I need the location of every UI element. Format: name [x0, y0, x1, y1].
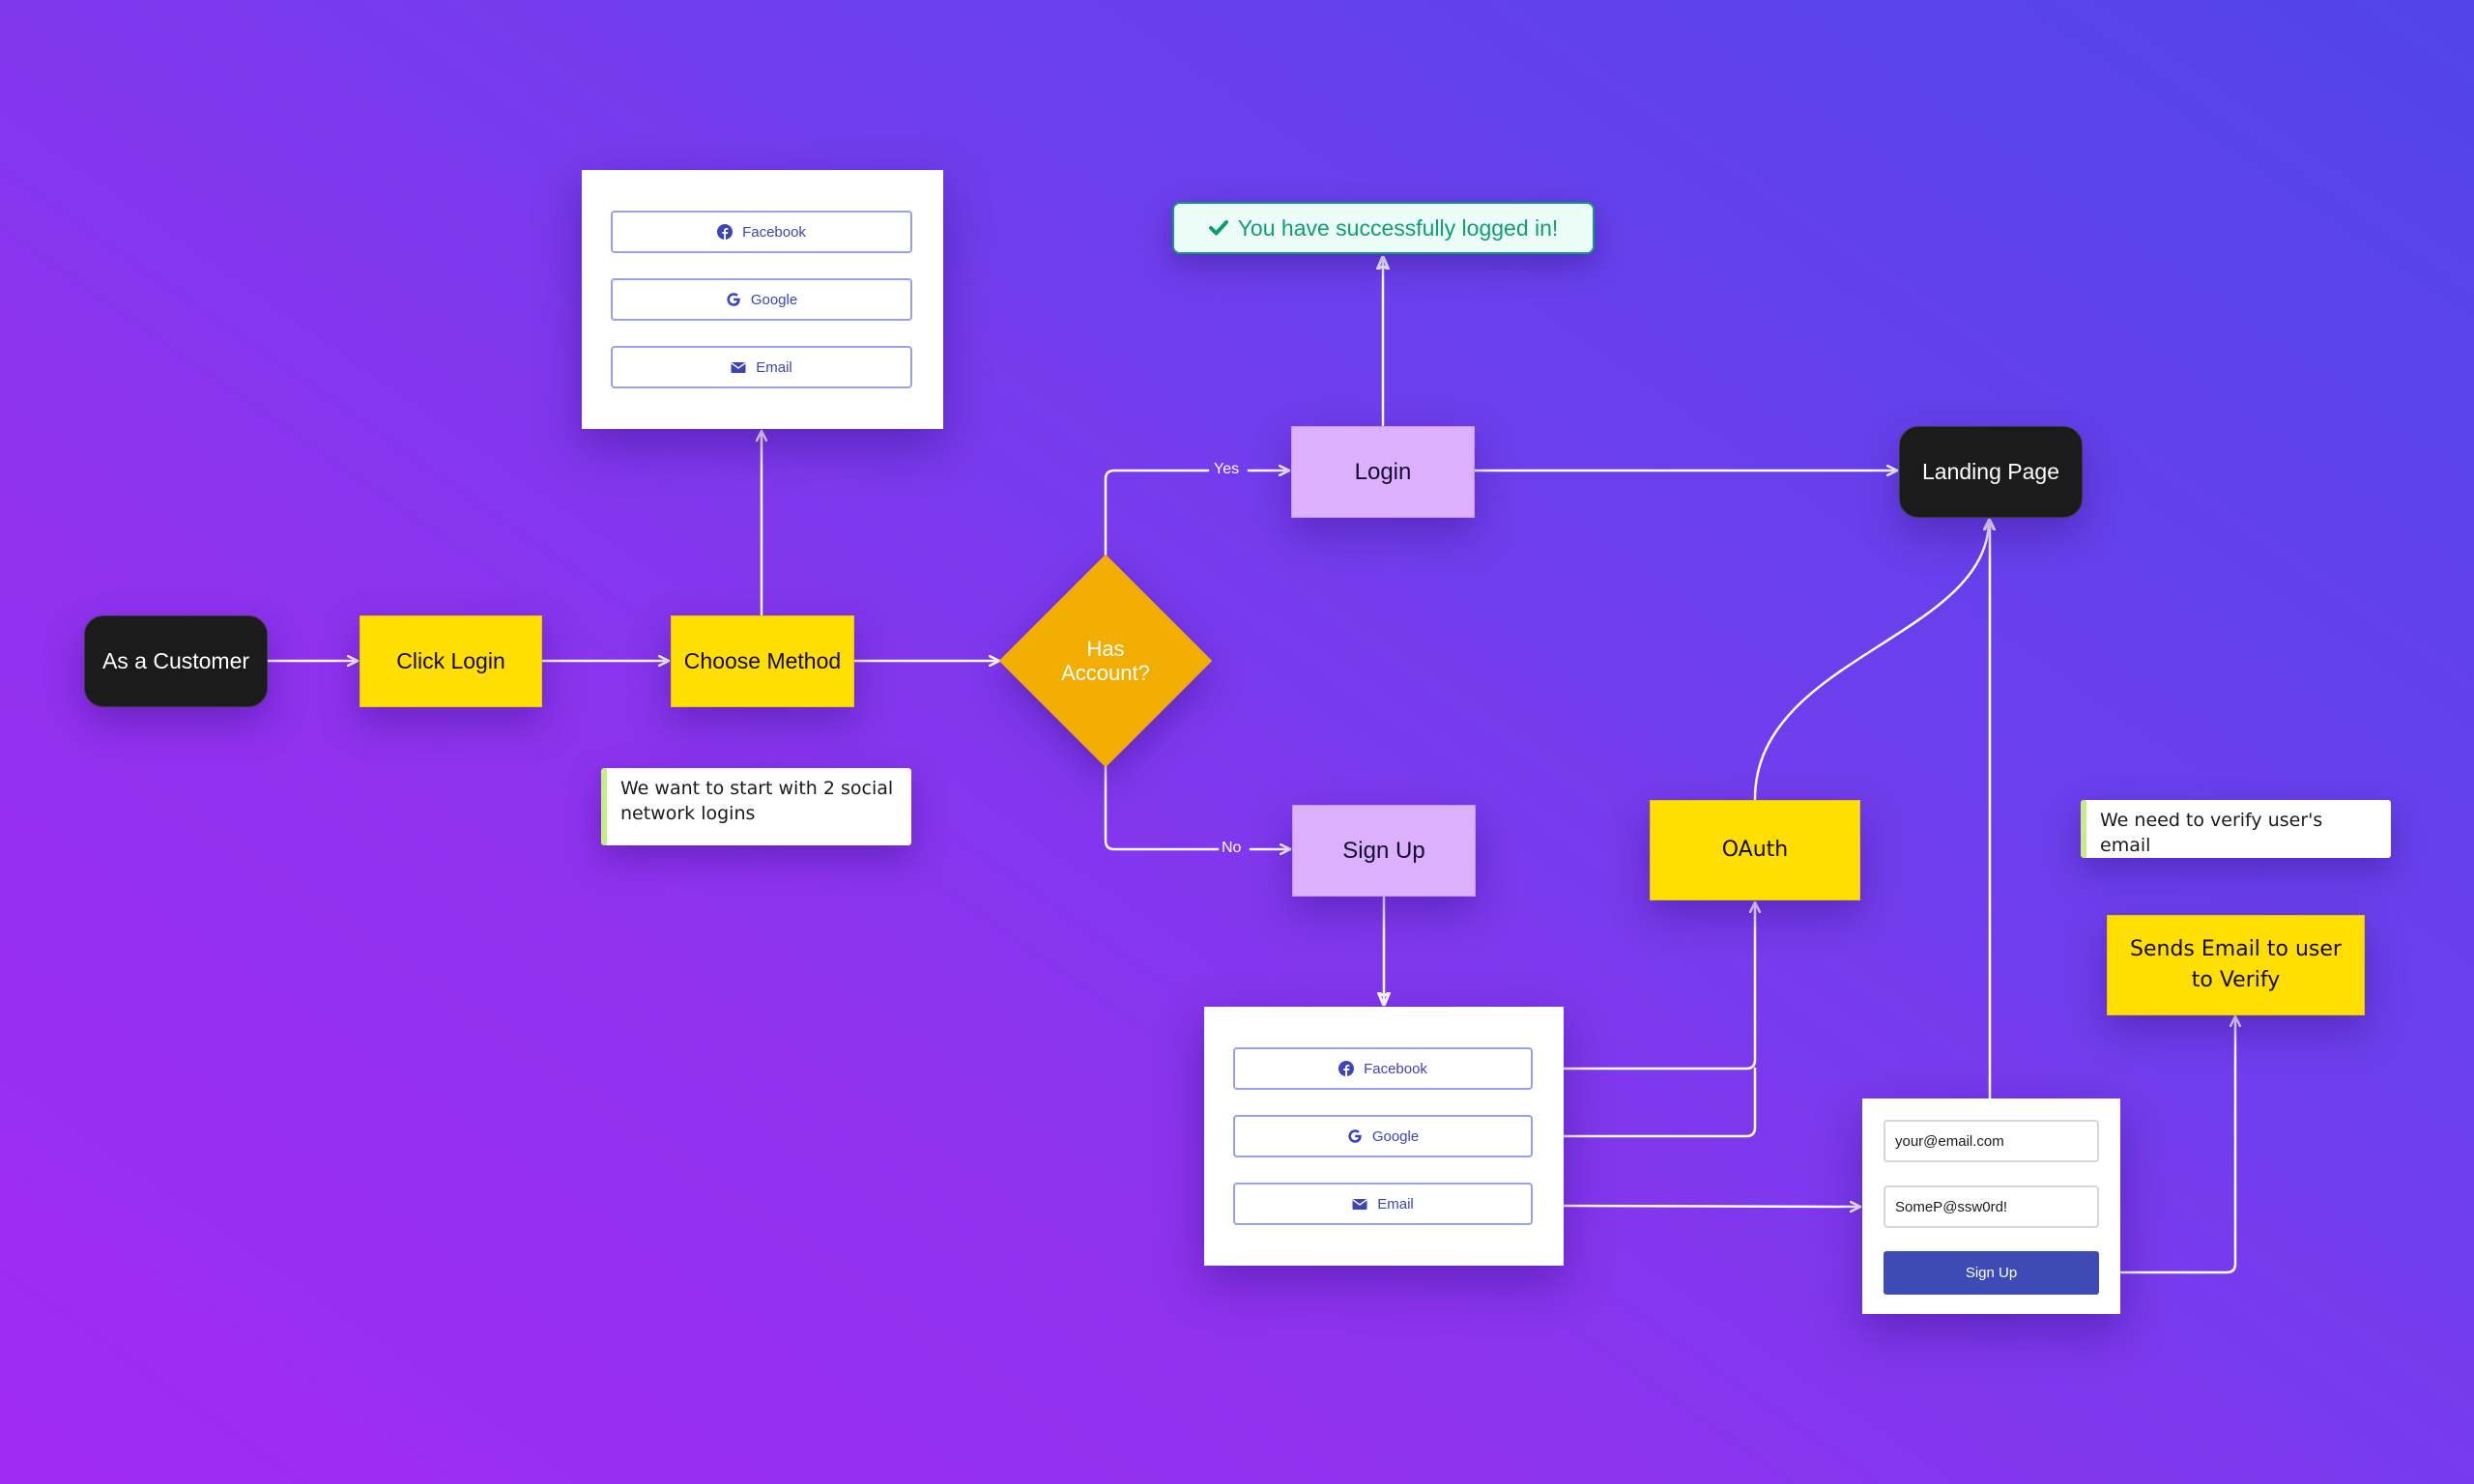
send-email-label: Sends Email to user to Verify	[2130, 937, 2342, 992]
click-login-node[interactable]: Click Login	[360, 615, 542, 707]
login-google-label: Google	[750, 291, 798, 308]
signup-google-button[interactable]: Google	[1233, 1115, 1533, 1157]
edge-oauth-to-landing	[1753, 518, 1989, 801]
click-login-label: Click Login	[396, 648, 505, 673]
choose-method-node[interactable]: Choose Method	[671, 615, 854, 707]
sign-up-node[interactable]: Sign Up	[1292, 805, 1476, 897]
envelope-icon	[1352, 1199, 1367, 1210]
signup-email-button[interactable]: Email	[1233, 1183, 1533, 1225]
edge-form-to-send-email	[2118, 1014, 2235, 1274]
choose-method-label: Choose Method	[683, 648, 842, 673]
check-icon	[1208, 220, 1228, 236]
sign-up-submit-button[interactable]: Sign Up	[1884, 1251, 2099, 1295]
envelope-icon	[731, 362, 746, 373]
google-icon	[1348, 1129, 1362, 1143]
decision-label: Has Account?	[1061, 637, 1150, 685]
has-account-decision[interactable]: Has Account?	[998, 554, 1213, 768]
landing-page-node[interactable]: Landing Page	[1899, 426, 2083, 518]
success-message: You have successfully logged in!	[1172, 202, 1595, 254]
login-google-button[interactable]: Google	[611, 278, 912, 321]
note-verify-email: We need to verify user's email	[2081, 800, 2391, 858]
login-facebook-label: Facebook	[742, 223, 806, 241]
success-text: You have successfully logged in!	[1237, 214, 1559, 241]
edge-label-yes: Yes	[1214, 461, 1240, 477]
facebook-icon	[1338, 1061, 1355, 1076]
email-field[interactable]	[1884, 1120, 2099, 1162]
google-icon	[727, 293, 740, 306]
signup-form-card: Sign Up	[1862, 1099, 2120, 1314]
edge-google-to-oauth	[1562, 1067, 1757, 1138]
signup-facebook-label: Facebook	[1364, 1060, 1427, 1077]
edge-facebook-to-oauth	[1562, 900, 1755, 1070]
edge-decision-no	[1104, 765, 1290, 849]
login-options-card: Facebook Google Email	[582, 170, 943, 429]
login-facebook-button[interactable]: Facebook	[611, 211, 912, 253]
edge-email-to-form	[1562, 1206, 1862, 1207]
login-node[interactable]: Login	[1291, 426, 1475, 518]
note-social-logins: We want to start with 2 social network l…	[601, 768, 911, 845]
signup-options-card: Facebook Google Email	[1204, 1007, 1564, 1266]
edge-decision-yes	[1104, 471, 1289, 556]
signup-email-label: Email	[1377, 1195, 1414, 1213]
login-email-button[interactable]: Email	[611, 346, 912, 388]
sign-up-node-label: Sign Up	[1342, 837, 1425, 864]
note-verify-email-text: We need to verify user's email	[2100, 810, 2323, 856]
start-node[interactable]: As a Customer	[84, 615, 268, 707]
landing-page-label: Landing Page	[1922, 459, 2059, 484]
login-node-label: Login	[1354, 458, 1412, 485]
facebook-icon	[717, 224, 734, 240]
oauth-label: OAuth	[1721, 838, 1789, 862]
send-email-node[interactable]: Sends Email to user to Verify	[2107, 915, 2365, 1015]
signup-google-label: Google	[1371, 1127, 1420, 1145]
edge-label-no: No	[1222, 840, 1242, 856]
start-node-label: As a Customer	[101, 648, 250, 673]
signup-facebook-button[interactable]: Facebook	[1233, 1047, 1533, 1090]
note-social-logins-text: We want to start with 2 social network l…	[620, 778, 894, 824]
oauth-node[interactable]: OAuth	[1650, 800, 1860, 900]
login-email-label: Email	[756, 358, 792, 376]
password-field[interactable]	[1884, 1185, 2099, 1228]
